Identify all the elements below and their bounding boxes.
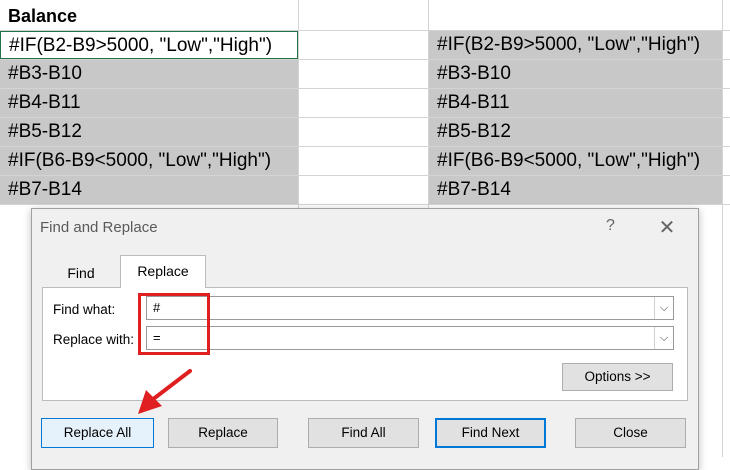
tab-replace[interactable]: Replace: [120, 255, 206, 288]
annotation-arrow-icon: [138, 369, 192, 414]
